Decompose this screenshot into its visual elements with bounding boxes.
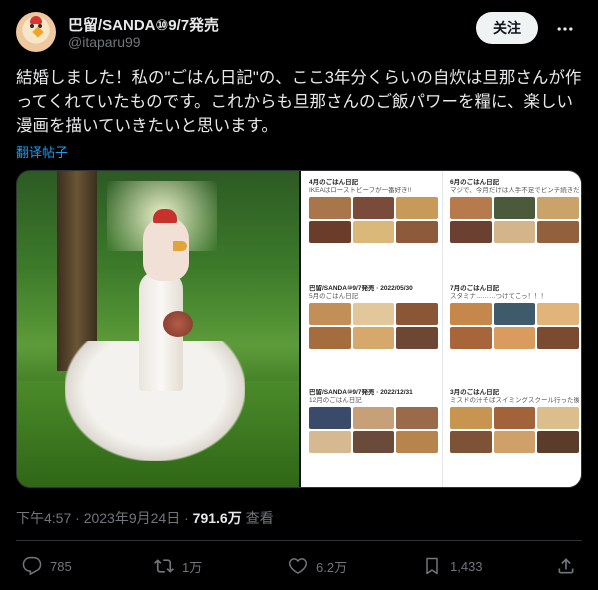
tweet-media[interactable]: 4月のごはん日記 IKEAはローストビーフが一番好き!! 6月のごはん日記 マジ… xyxy=(16,170,582,488)
diary-card: 巴留/SANDA⑩9/7発売 · 2022/12/31 12月のごはん日記 xyxy=(305,385,442,487)
repost-icon xyxy=(154,559,174,573)
repost-button[interactable]: 1万 xyxy=(154,552,202,580)
card-title: 4月のごはん日記 xyxy=(309,179,359,186)
reply-icon xyxy=(22,556,42,576)
display-name[interactable]: 巴留/SANDA⑩9/7発売 xyxy=(68,14,219,35)
tweet-time[interactable]: 下午4:57 xyxy=(16,510,71,526)
view-count[interactable]: 791.6万 xyxy=(193,510,242,526)
more-icon[interactable] xyxy=(550,14,580,44)
meta-dot: · xyxy=(184,510,193,526)
like-button[interactable]: 6.2万 xyxy=(288,552,347,580)
views-label: 查看 xyxy=(245,510,274,526)
diary-card: 3月のごはん日記 ミスドの汁そばスイミングスクール行った後よく食べてたから、懐か… xyxy=(446,385,581,487)
repost-count: 1万 xyxy=(182,559,203,575)
card-title: 3月のごはん日記 xyxy=(450,389,500,396)
card-subtitle: IKEAはローストビーフが一番好き!! xyxy=(309,187,412,194)
card-subtitle: スタミナ………つけてこっ！！！ xyxy=(450,293,548,300)
share-button[interactable] xyxy=(556,552,576,580)
diary-card: 巴留/SANDA⑩9/7発売 · 2022/05/30 5月のごはん日記 xyxy=(305,281,442,384)
divider xyxy=(16,540,582,541)
meta-dot: · xyxy=(75,510,84,526)
diary-card: 7月のごはん日記 スタミナ………つけてこっ！！！ xyxy=(446,281,581,384)
card-subtitle: 5月のごはん日記 xyxy=(309,293,359,300)
tweet-meta: 下午4:57 · 2023年9月24日 · 791.6万 查看 xyxy=(16,508,274,528)
reply-button[interactable]: 785 xyxy=(22,552,72,580)
bookmark-count: 1,433 xyxy=(450,558,483,574)
wedding-photo[interactable] xyxy=(17,171,299,487)
share-icon xyxy=(558,558,574,574)
tweet-header: 巴留/SANDA⑩9/7発売 @itaparu99 关注 xyxy=(16,12,582,56)
user-handle[interactable]: @itaparu99 xyxy=(68,34,141,50)
card-title: 6月のごはん日記 xyxy=(450,179,500,186)
bookmark-button[interactable]: 1,433 xyxy=(422,552,483,580)
card-subtitle: マジで、今月だけは人手不足でピンチ続きだった… xyxy=(450,187,579,194)
card-subtitle: 12月のごはん日記 xyxy=(309,397,362,404)
heart-icon xyxy=(288,558,308,574)
diary-card: 6月のごはん日記 マジで、今月だけは人手不足でピンチ続きだった… xyxy=(446,175,581,278)
card-title: 7月のごはん日記 xyxy=(450,285,500,292)
card-title: 巴留/SANDA⑩9/7発売 · 2022/05/30 xyxy=(309,285,413,292)
card-title: 巴留/SANDA⑩9/7発売 · 2022/12/31 xyxy=(309,389,413,396)
action-bar: 785 1万 6.2万 1,433 xyxy=(16,552,582,580)
like-count: 6.2万 xyxy=(316,559,348,575)
card-subtitle: ミスドの汁そばスイミングスクール行った後よく食べてたから、懐かしい味 xyxy=(450,397,579,404)
avatar[interactable] xyxy=(16,12,56,52)
translate-link[interactable]: 翻译帖子 xyxy=(16,142,68,161)
follow-button[interactable]: 关注 xyxy=(476,12,538,44)
reply-count: 785 xyxy=(50,558,72,574)
bookmark-icon xyxy=(426,557,438,575)
tweet-date[interactable]: 2023年9月24日 xyxy=(84,510,181,526)
tweet-text: 結婚しました！私の"ごはん日記"の、ここ3年分くらいの自炊は旦那さんが作ってくれ… xyxy=(16,69,582,135)
diary-card: 4月のごはん日記 IKEAはローストビーフが一番好き!! xyxy=(305,175,442,278)
food-diary-collage[interactable]: 4月のごはん日記 IKEAはローストビーフが一番好き!! 6月のごはん日記 マジ… xyxy=(301,171,581,487)
